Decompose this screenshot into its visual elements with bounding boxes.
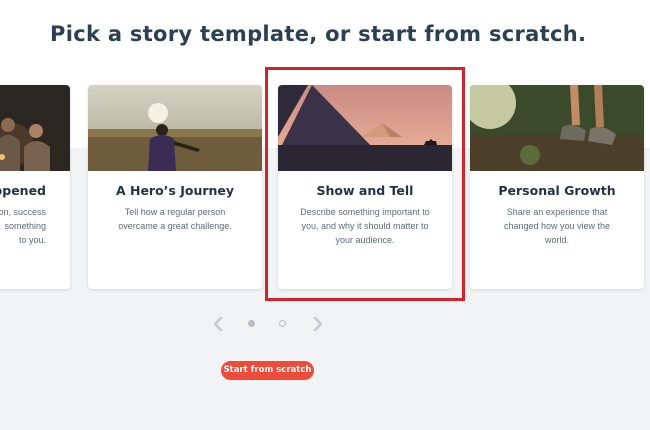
start-from-scratch-button[interactable]: Start from scratch [221, 361, 314, 380]
carousel-next-button[interactable] [312, 316, 324, 332]
card-description: Tell how a regular person overcame a gre… [118, 207, 232, 231]
chevron-left-icon [213, 316, 223, 332]
card-image-campfire [0, 85, 70, 171]
card-description: tion, success something to you. [0, 207, 46, 245]
card-image-hiker [470, 85, 644, 171]
card-title: Personal Growth [498, 183, 616, 198]
card-image-field [88, 85, 262, 171]
template-card-personal-growth[interactable]: Personal Growth Share an experience that… [470, 85, 644, 289]
template-card-heros-journey[interactable]: A Hero’s Journey Tell how a regular pers… [88, 85, 262, 289]
highlight-box [265, 67, 465, 301]
chevron-right-icon [313, 316, 323, 332]
card-description: Share an experience that changed how you… [503, 207, 611, 245]
card-title: ppened [0, 183, 46, 198]
template-card-partial[interactable]: ppened tion, success something to you. [0, 85, 70, 289]
carousel-dot[interactable] [279, 320, 286, 327]
card-title: A Hero’s Journey [115, 183, 235, 198]
page-title: Pick a story template, or start from scr… [50, 22, 587, 46]
carousel-prev-button[interactable] [212, 316, 224, 332]
carousel-dot-active[interactable] [248, 320, 255, 327]
